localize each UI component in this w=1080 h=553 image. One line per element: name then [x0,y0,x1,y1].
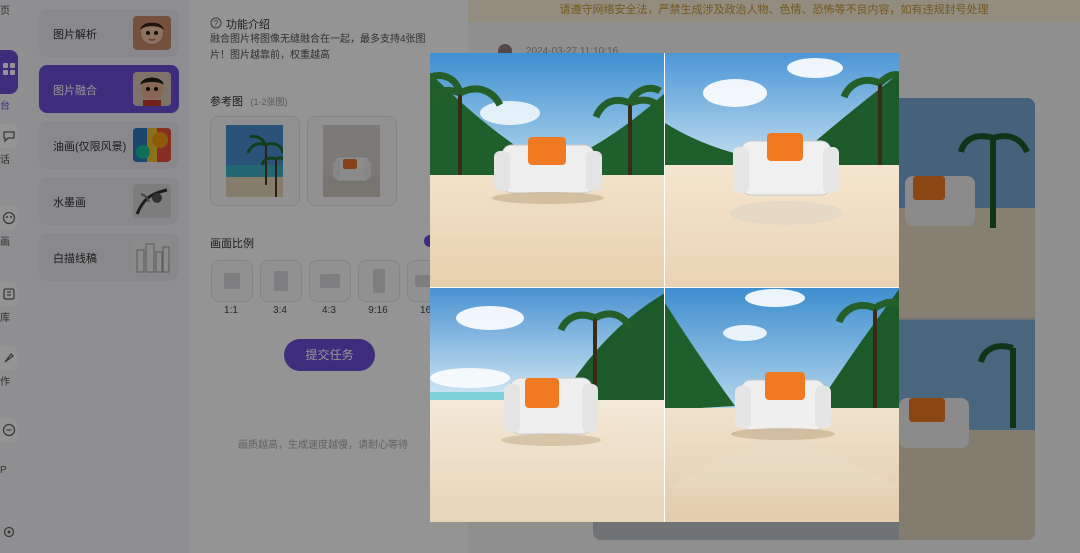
preview-image-2[interactable] [665,53,899,287]
image-preview-grid [430,53,899,522]
preview-image-1[interactable] [430,53,664,287]
preview-image-3[interactable] [430,288,664,522]
preview-image-4[interactable] [665,288,899,522]
